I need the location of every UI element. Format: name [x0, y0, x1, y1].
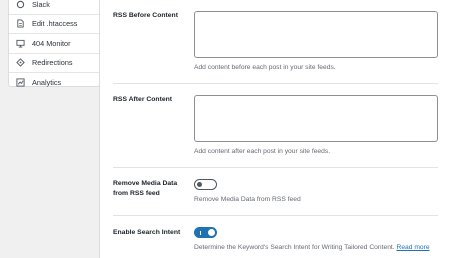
- sidebar-item-redirections[interactable]: Redirections: [9, 54, 99, 73]
- sidebar-item-label: Analytics: [32, 78, 62, 88]
- monitor-icon: [15, 38, 26, 49]
- rss-after-description: Add content after each post in your site…: [194, 148, 331, 155]
- sidebar-item-label: Redirections: [32, 58, 73, 68]
- search-intent-description-text: Determine the Keyword's Search Intent fo…: [194, 244, 395, 251]
- analytics-icon: [15, 77, 26, 88]
- sidebar-item-analytics[interactable]: Analytics: [9, 73, 99, 93]
- rss-after-textarea[interactable]: [194, 95, 438, 142]
- rss-before-label: RSS Before Content: [113, 12, 178, 19]
- rss-after-label: RSS After Content: [113, 96, 173, 103]
- divider: [113, 167, 438, 168]
- sidebar-item-label: Edit .htaccess: [32, 19, 78, 29]
- rss-before-description: Add content before each post in your sit…: [194, 64, 336, 71]
- search-intent-description: Determine the Keyword's Search Intent fo…: [194, 244, 430, 251]
- search-intent-label: Enable Search Intent: [113, 229, 181, 236]
- rss-before-textarea[interactable]: [194, 11, 438, 58]
- search-intent-toggle[interactable]: [194, 227, 217, 238]
- sidebar-item-label: 404 Monitor: [32, 38, 71, 48]
- file-icon: [15, 18, 26, 29]
- sidebar-item-slack[interactable]: Slack: [9, 0, 99, 15]
- toggle-on-indicator: [200, 230, 201, 235]
- divider: [113, 83, 438, 84]
- remove-media-toggle[interactable]: [194, 179, 217, 190]
- toggle-knob: [197, 181, 202, 187]
- toggle-knob: [208, 229, 215, 236]
- redirect-icon: [15, 57, 26, 68]
- divider: [113, 215, 438, 216]
- sidebar-item-404-monitor[interactable]: 404 Monitor: [9, 34, 99, 54]
- remove-media-label: Remove Media Data from RSS feed: [113, 180, 178, 197]
- read-more-link[interactable]: Read more: [397, 244, 430, 251]
- sidebar-item-label: Slack: [32, 0, 50, 9]
- remove-media-description: Remove Media Data from RSS feed: [194, 196, 301, 203]
- sidebar-nav: Slack Edit .htaccess 404 Monitor Redirec…: [8, 0, 100, 87]
- hash-icon: [15, 0, 26, 10]
- sidebar-item-edit-htaccess[interactable]: Edit .htaccess: [9, 15, 99, 34]
